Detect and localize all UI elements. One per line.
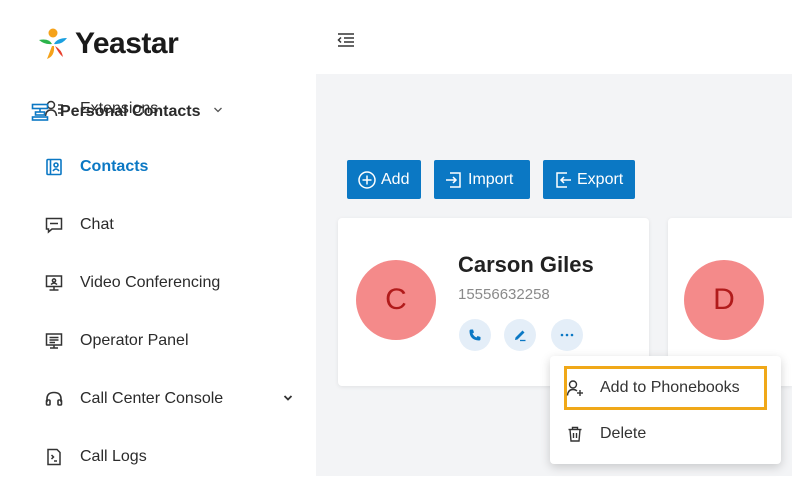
add-circle-icon bbox=[358, 170, 376, 189]
avatar: D bbox=[684, 260, 764, 340]
export-button[interactable]: Export bbox=[543, 160, 635, 199]
sidebar-item-label: Chat bbox=[80, 216, 114, 233]
more-actions-button[interactable] bbox=[551, 319, 583, 351]
trash-icon bbox=[568, 426, 582, 442]
add-button-label: Add bbox=[381, 170, 410, 188]
contact-number: 15556632258 bbox=[458, 286, 550, 303]
operator-panel-icon bbox=[44, 331, 64, 351]
chevron-down-icon bbox=[212, 103, 224, 121]
sidebar-item-call-logs[interactable]: Call Logs bbox=[10, 428, 316, 486]
video-monitor-icon bbox=[44, 273, 64, 293]
import-icon bbox=[446, 171, 461, 188]
yeastar-logo-icon bbox=[35, 26, 71, 62]
avatar: C bbox=[356, 260, 436, 340]
sidebar-nav: Extensions Contacts Chat Video Conferenc… bbox=[10, 80, 316, 486]
phonebook-selector-label: Personal Contacts bbox=[60, 103, 201, 120]
chat-icon bbox=[44, 215, 64, 235]
add-user-icon bbox=[566, 380, 583, 396]
export-icon bbox=[556, 171, 571, 188]
phonebook-selector[interactable]: Personal Contacts bbox=[30, 102, 224, 122]
sidebar-item-label: Call Center Console bbox=[80, 390, 224, 407]
top-bar bbox=[316, 10, 792, 74]
sidebar-item-label: Contacts bbox=[80, 158, 149, 175]
phonebook-icon bbox=[30, 102, 50, 122]
import-button-label: Import bbox=[468, 170, 514, 188]
sidebar-item-operator-panel[interactable]: Operator Panel bbox=[10, 312, 316, 370]
phone-icon bbox=[469, 329, 481, 341]
sidebar-item-contacts[interactable]: Contacts bbox=[10, 138, 316, 196]
call-logs-icon bbox=[44, 447, 64, 467]
sidebar-item-chat[interactable]: Chat bbox=[10, 196, 316, 254]
sidebar-item-label: Video Conferencing bbox=[80, 274, 221, 291]
import-button[interactable]: Import bbox=[434, 160, 530, 199]
sidebar-item-label: Operator Panel bbox=[80, 332, 189, 349]
collapse-menu-icon[interactable] bbox=[336, 30, 358, 50]
contacts-book-icon bbox=[44, 157, 64, 177]
contact-actions-menu: Add to Phonebooks Delete bbox=[550, 356, 781, 464]
chevron-down-icon[interactable] bbox=[282, 391, 294, 409]
sidebar-item-call-center-console[interactable]: Call Center Console bbox=[10, 370, 316, 428]
sidebar: Yeastar Extensions Contacts Chat Video C… bbox=[10, 10, 316, 476]
menu-item-label: Add to Phonebooks bbox=[600, 379, 740, 396]
more-dots-icon bbox=[560, 333, 574, 337]
menu-item-label: Delete bbox=[600, 425, 647, 442]
sidebar-item-video-conferencing[interactable]: Video Conferencing bbox=[10, 254, 316, 312]
menu-item-add-to-phonebooks[interactable]: Add to Phonebooks bbox=[566, 368, 740, 408]
logo-text: Yeastar bbox=[75, 27, 179, 60]
sidebar-item-label: Call Logs bbox=[80, 448, 147, 465]
yeastar-logo[interactable]: Yeastar bbox=[35, 24, 179, 64]
menu-item-delete[interactable]: Delete bbox=[566, 414, 646, 454]
edit-pencil-icon bbox=[515, 330, 526, 342]
call-button[interactable] bbox=[459, 319, 491, 351]
headset-icon bbox=[44, 389, 64, 409]
add-button[interactable]: Add bbox=[347, 160, 421, 199]
edit-button[interactable] bbox=[504, 319, 536, 351]
avatar-initial: C bbox=[385, 283, 407, 316]
avatar-initial: D bbox=[713, 283, 735, 316]
contact-name: Carson Giles bbox=[458, 252, 594, 277]
export-button-label: Export bbox=[577, 170, 624, 188]
